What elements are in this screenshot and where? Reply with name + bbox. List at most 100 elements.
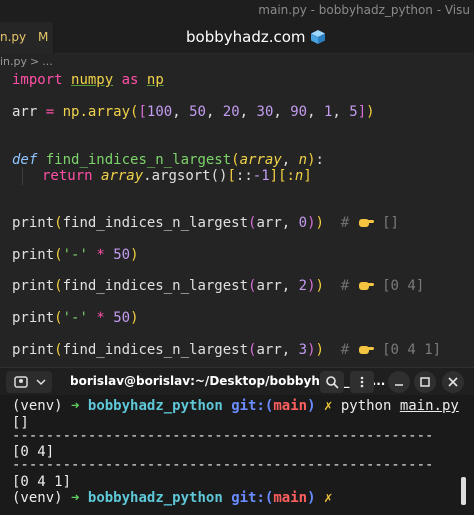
code-line: return array.argsort()[::-1][:n] (42, 168, 312, 184)
terminal-scrollbar[interactable] (461, 477, 466, 505)
string: '-' (62, 247, 88, 263)
tab-modified-badge: M (38, 30, 49, 44)
comment-result: [0 4 1] (382, 342, 442, 358)
maximize-button[interactable] (414, 371, 436, 393)
prompt-git-paren: ) (307, 490, 316, 506)
parameter: n (298, 152, 308, 168)
pointing-hand-icon (358, 282, 374, 290)
terminal-header: borislav@borislav:~/Desktop/bobbyhadz_py… (0, 367, 474, 395)
chevron-down-icon (36, 379, 46, 386)
keyword: return (42, 168, 93, 184)
breadcrumb-rest[interactable]: ... (42, 55, 53, 68)
pointing-hand-icon (358, 219, 374, 227)
command: python (340, 398, 392, 414)
window-title: main.py - bobbyhadz_python - Visu (258, 3, 470, 17)
close-button[interactable] (442, 371, 464, 393)
code-line: arr = np.array([100, 50, 20, 30, 90, 1, … (12, 104, 375, 120)
argument: arr (256, 278, 282, 294)
number: -1 (252, 168, 270, 184)
operator: * (96, 310, 105, 326)
venv-label: (venv) (12, 490, 63, 506)
comment: # (340, 278, 350, 294)
builtin-call: print (12, 278, 55, 294)
more-vertical-icon (360, 376, 364, 388)
number: 90 (290, 104, 308, 120)
prompt-git-paren: ) (307, 398, 316, 414)
tab-label: n.py (0, 30, 27, 44)
keyword: as (121, 72, 139, 88)
watermark: bobbyhadz.com (186, 28, 326, 46)
number: 50 (113, 310, 131, 326)
number: 30 (256, 104, 274, 120)
builtin-call: print (12, 310, 55, 326)
prompt-branch: main (273, 398, 308, 414)
code-line: print(find_indices_n_largest(arr, 3)) # … (12, 342, 442, 358)
argument: arr (256, 342, 282, 358)
minimize-icon (395, 384, 403, 386)
builtin-call: print (12, 215, 55, 231)
watermark-text: bobbyhadz.com (186, 28, 306, 46)
builtin-call: print (12, 342, 55, 358)
code-editor[interactable]: import numpy as np arr = np.array([100, … (0, 71, 474, 367)
prompt-directory: bobbyhadz_python (87, 398, 223, 414)
prompt-dirty-mark: ✗ (323, 490, 333, 506)
prompt-branch: main (273, 490, 308, 506)
close-icon (448, 377, 458, 387)
function-call: find_indices_n_largest (62, 342, 249, 358)
call-name: np.array (62, 104, 131, 120)
slice: [: (278, 168, 295, 184)
title-bar: main.py - bobbyhadz_python - Visu (0, 0, 474, 22)
operator: * (96, 247, 105, 263)
maximize-icon (420, 377, 430, 387)
terminal-profile-button[interactable] (6, 371, 52, 393)
terminal-output[interactable]: (venv) ➜ bobbyhadz_python git:(main) ✗ p… (0, 395, 474, 515)
command-file-link[interactable]: main.py (400, 398, 459, 414)
minimize-button[interactable] (388, 371, 410, 393)
function-call: find_indices_n_largest (62, 215, 249, 231)
code-line: print('-' * 50) (12, 247, 139, 263)
comment: # (340, 215, 350, 231)
terminal-prompt-line: (venv) ➜ bobbyhadz_python git:(main) ✗ (12, 489, 332, 507)
parameter: array (101, 168, 144, 184)
breadcrumb[interactable]: in.py >... (0, 55, 53, 71)
number: 100 (146, 104, 173, 120)
builtin-call: print (12, 247, 55, 263)
comment-result: [] (382, 215, 399, 231)
number: 20 (222, 104, 240, 120)
cube-icon (310, 30, 325, 44)
prompt-directory: bobbyhadz_python (87, 490, 223, 506)
prompt-arrow: ➜ (71, 490, 80, 506)
parameter: array (239, 152, 282, 168)
number: 5 (349, 104, 358, 120)
comment-result: [0 4] (382, 278, 425, 294)
number: 2 (298, 278, 308, 294)
prompt-arrow: ➜ (71, 398, 80, 414)
pointing-hand-icon (358, 346, 374, 354)
function-name: find_indices_n_largest (45, 152, 232, 168)
method-call: .argsort() (143, 168, 228, 184)
comment: # (340, 342, 350, 358)
variable: arr (12, 104, 38, 120)
argument: arr (256, 215, 282, 231)
code-line: print('-' * 50) (12, 310, 139, 326)
code-line: import numpy as np (12, 71, 164, 89)
search-button[interactable] (320, 371, 344, 393)
code-line: print(find_indices_n_largest(arr, 0)) # … (12, 215, 399, 231)
keyword: import (12, 72, 63, 88)
operator: = (45, 104, 55, 120)
editor-tab-main-py[interactable]: n.py M (0, 22, 54, 54)
terminal-prompt-line: (venv) ➜ bobbyhadz_python git:(main) ✗ p… (12, 397, 459, 415)
terminal-divider-line: ----------------------------------------… (12, 428, 434, 444)
terminal-profile-icon (14, 376, 28, 388)
number: 1 (323, 104, 333, 120)
module-name: numpy (71, 72, 114, 88)
prompt-git: git: (231, 398, 265, 414)
search-icon (326, 376, 339, 389)
menu-button[interactable] (350, 371, 374, 393)
breadcrumb-file[interactable]: in.py (0, 55, 27, 68)
terminal-divider-line: ----------------------------------------… (12, 457, 434, 473)
number: 50 (189, 104, 206, 120)
slice: :: (235, 168, 253, 184)
number: 50 (113, 247, 131, 263)
indent-guide (22, 167, 23, 185)
